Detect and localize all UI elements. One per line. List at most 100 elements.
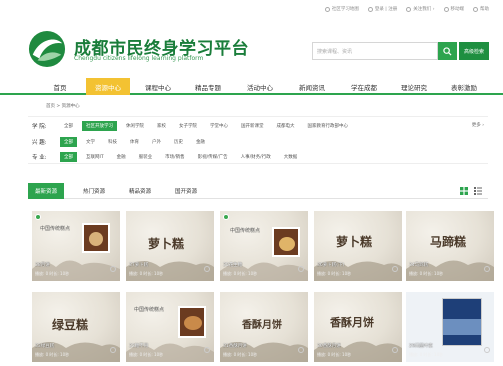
filter-option[interactable]: 全部 xyxy=(60,136,77,147)
food-photo xyxy=(272,227,300,257)
card-title: 31香酥月饼 xyxy=(223,344,247,349)
resource-card[interactable]: 萝卜糕 36萝卜糕(下) 播放: 0 时长: 10秒 xyxy=(314,211,402,281)
resource-card[interactable]: 中国传统糕点 38月饼 播放: 0 时长: 10秒 xyxy=(32,211,120,281)
card-art-text: 萝卜糕 xyxy=(336,235,373,249)
filter-option[interactable]: 文学 xyxy=(82,137,99,147)
filter-option[interactable]: 互联网IT xyxy=(82,152,108,162)
card-stats: 播放: 0 时长: 10秒 xyxy=(129,352,164,357)
grid-view-icon[interactable] xyxy=(460,187,468,195)
resource-card[interactable]: 马蹄糕 34马蹄糕 播放: 0 时长: 10秒 xyxy=(406,211,494,281)
advanced-search-button[interactable]: 高级检索 xyxy=(459,42,489,60)
card-art-text: 香酥月饼 xyxy=(242,320,282,331)
card-title: 33绿豆糕 xyxy=(35,344,55,349)
nav-item-featured[interactable]: 精品专题 xyxy=(186,78,230,95)
food-photo xyxy=(178,306,206,338)
filter-option[interactable]: 全部 xyxy=(60,121,77,131)
top-link-help[interactable]: 帮助 xyxy=(473,6,489,12)
play-icon[interactable] xyxy=(298,347,304,353)
filter-option[interactable]: 休闲学院 xyxy=(122,121,148,131)
nav-item-resources[interactable]: 资源中心 xyxy=(86,78,130,95)
filter-option[interactable]: 户外 xyxy=(148,137,165,147)
card-stats: 播放: 0 时长: 10秒 xyxy=(129,271,164,276)
play-icon[interactable] xyxy=(392,347,398,353)
play-icon[interactable] xyxy=(204,347,210,353)
nav-item-learn-chengdu[interactable]: 学在成都 xyxy=(342,78,386,95)
filter-option[interactable]: 国家教育行政部中心 xyxy=(304,121,353,131)
tab-popular[interactable]: 热门资源 xyxy=(74,183,114,199)
card-art-text: 中国传统糕点 xyxy=(40,226,71,232)
tab-open-university[interactable]: 国开资源 xyxy=(166,183,206,199)
top-link-login[interactable]: 登录 | 注册 xyxy=(367,6,397,12)
filter-label: 兴 趣: xyxy=(32,139,47,146)
search-button[interactable] xyxy=(438,42,457,60)
play-icon[interactable] xyxy=(110,266,116,272)
site-logo-icon[interactable] xyxy=(28,30,66,68)
nav-item-activities[interactable]: 活动中心 xyxy=(238,78,282,95)
card-title: 36萝卜糕(下) xyxy=(317,263,345,268)
tab-latest[interactable]: 最新资源 xyxy=(28,183,64,199)
filter-more-link[interactable]: 更多 › xyxy=(472,122,484,128)
filter-option[interactable]: 市场/销售 xyxy=(161,152,189,162)
card-title: 29间画叶家 xyxy=(409,344,433,349)
filter-option[interactable]: 国开新课堂 xyxy=(237,121,268,131)
list-view-icon[interactable] xyxy=(474,187,482,195)
resource-card[interactable]: 中国传统糕点 35花生糖 播放: 0 时长: 10秒 xyxy=(220,211,308,281)
card-title: 32糖不甩 xyxy=(129,344,149,349)
play-icon[interactable] xyxy=(204,266,210,272)
card-stats: 播放: 0 时长: 10秒 xyxy=(409,352,444,357)
user-icon xyxy=(367,6,373,12)
card-stats: 播放: 0 时长: 10秒 xyxy=(35,271,70,276)
card-stats: 播放: 0 时长: 10秒 xyxy=(317,271,352,276)
filter-label: 学 院: xyxy=(32,123,47,130)
card-art-text: 萝卜糕 xyxy=(148,237,185,251)
filter-option[interactable]: 金融 xyxy=(113,152,130,162)
filter-option[interactable]: 科技 xyxy=(104,137,121,147)
filter-panel: 学 院: 全部 社区开放学习 休闲学院 家校 女子学院 学堂中心 国开新课堂 成… xyxy=(28,116,488,164)
resource-card[interactable]: 萝卜糕 37萝卜糕 播放: 0 时长: 10秒 xyxy=(126,211,214,281)
top-link-map[interactable]: 社区学习地图 xyxy=(324,6,359,12)
nav-item-awards[interactable]: 表彰激励 xyxy=(442,78,486,95)
filter-row-interest: 兴 趣: 全部 文学 科技 体育 户外 历史 金融 xyxy=(28,135,214,148)
play-icon[interactable] xyxy=(298,266,304,272)
filter-option[interactable]: 家校 xyxy=(153,121,170,131)
top-link-mobile[interactable]: 移动端 xyxy=(443,6,464,12)
badge-icon xyxy=(223,214,229,220)
resource-card[interactable]: 香酥月饼 30香酥月饼 播放: 0 时长: 10秒 xyxy=(314,292,402,362)
play-icon[interactable] xyxy=(110,347,116,353)
resource-card[interactable]: 绿豆糕 33绿豆糕 播放: 0 时长: 10秒 xyxy=(32,292,120,362)
play-icon[interactable] xyxy=(484,347,490,353)
tab-premium[interactable]: 精品资源 xyxy=(120,183,160,199)
filter-option[interactable]: 金融 xyxy=(192,137,209,147)
filter-option[interactable]: 学堂中心 xyxy=(206,121,232,131)
filter-option[interactable]: 体育 xyxy=(126,137,143,147)
card-stats: 播放: 0 时长: 10秒 xyxy=(409,271,444,276)
filter-option[interactable]: 全部 xyxy=(60,151,77,162)
top-link-follow[interactable]: 关注我们 › xyxy=(406,6,435,12)
filter-label: 专 业: xyxy=(32,154,47,161)
nav-item-home[interactable]: 首页 xyxy=(38,78,82,95)
filter-option[interactable]: 大数据 xyxy=(280,152,302,162)
site-header: 成都市民终身学习平台 Chengdu citizens lifelong lea… xyxy=(0,18,503,74)
resource-card[interactable]: 29间画叶家 播放: 0 时长: 10秒 xyxy=(406,292,494,362)
main-nav: 首页 资源中心 课程中心 精品专题 活动中心 新闻资讯 学在成都 理论研究 表彰… xyxy=(0,78,503,95)
nav-item-research[interactable]: 理论研究 xyxy=(392,78,436,95)
filter-option[interactable]: 服装业 xyxy=(135,152,157,162)
search-icon xyxy=(443,46,452,56)
play-icon[interactable] xyxy=(484,266,490,272)
resource-card[interactable]: 香酥月饼 31香酥月饼 播放: 0 时长: 10秒 xyxy=(220,292,308,362)
resource-card[interactable]: 中国传统糕点 32糖不甩 播放: 0 时长: 10秒 xyxy=(126,292,214,362)
breadcrumb: 首页 > 资源中心 xyxy=(46,104,80,109)
card-art-text: 马蹄糕 xyxy=(430,235,467,249)
search-input[interactable]: 搜索课程、资讯 xyxy=(312,42,438,60)
filter-option[interactable]: 成都电大 xyxy=(273,121,299,131)
nav-item-news[interactable]: 新闻资讯 xyxy=(290,78,334,95)
card-art-text: 香酥月饼 xyxy=(330,316,374,329)
filter-option[interactable]: 社区开放学习 xyxy=(82,120,117,131)
filter-option[interactable]: 历史 xyxy=(170,137,187,147)
nav-item-courses[interactable]: 课程中心 xyxy=(136,78,180,95)
help-icon xyxy=(473,6,478,12)
filter-option[interactable]: 女子学院 xyxy=(175,121,201,131)
play-icon[interactable] xyxy=(392,266,398,272)
filter-option[interactable]: 影视/传媒/广告 xyxy=(194,152,232,162)
filter-option[interactable]: 人事/财务/行政 xyxy=(237,152,275,162)
